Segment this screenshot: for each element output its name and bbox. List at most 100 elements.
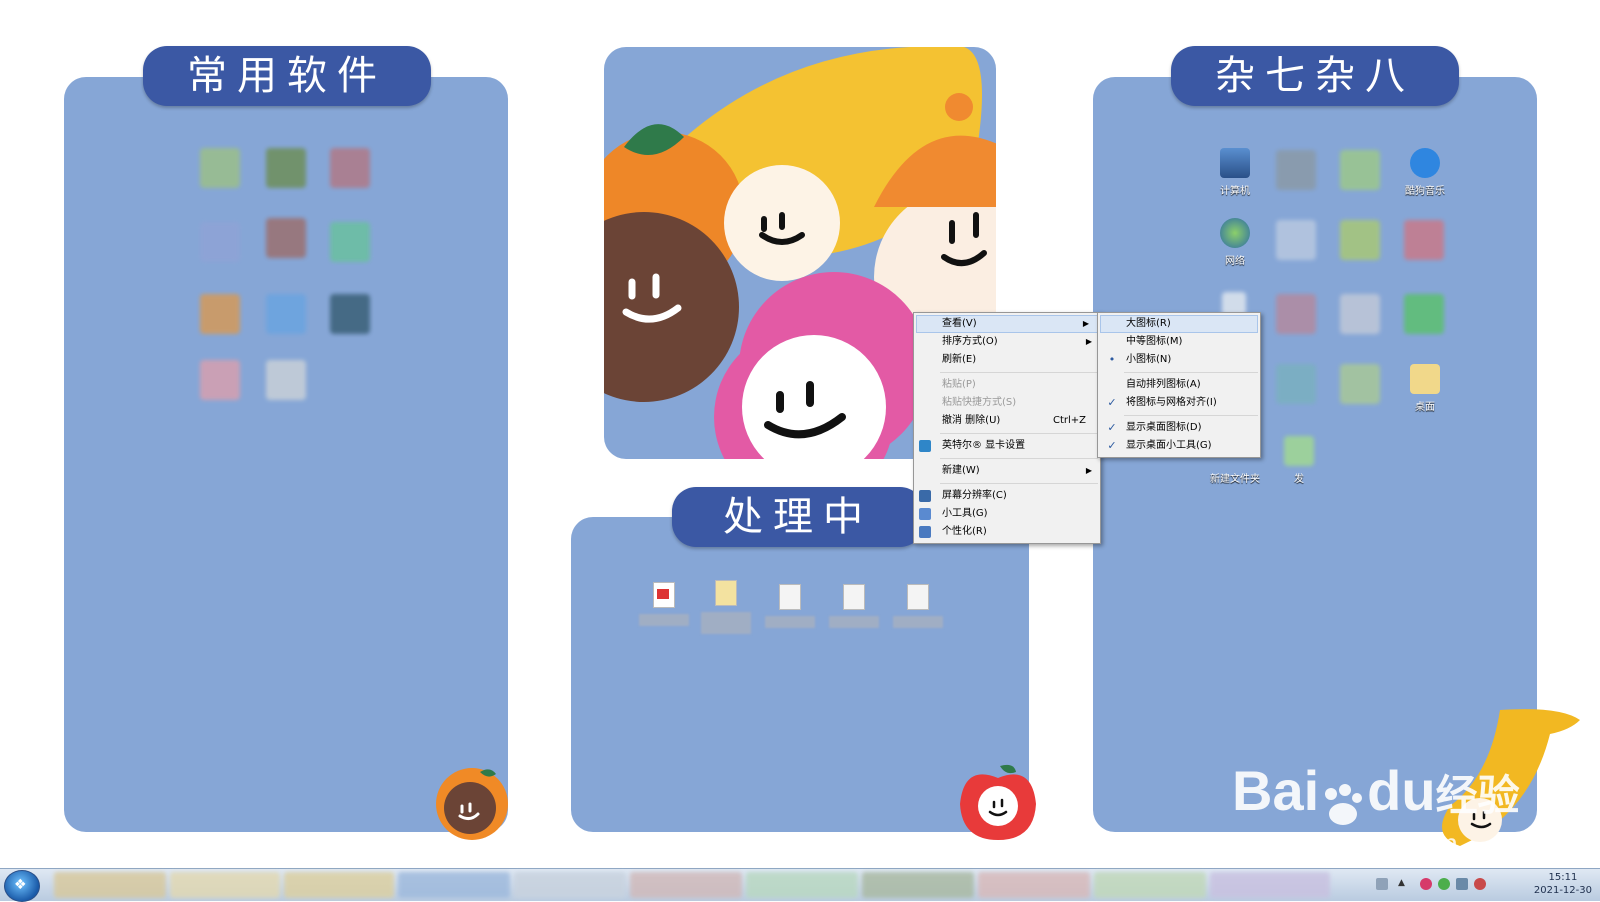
desktop-icon-blurred[interactable] (1340, 294, 1380, 334)
menu-item-align-grid[interactable]: ✓ 将图标与网格对齐(I) (1098, 394, 1260, 412)
baidu-watermark: Bai du经验 (1232, 758, 1520, 826)
taskbar-button[interactable] (398, 872, 510, 898)
submenu-arrow-icon: ▶ (1085, 466, 1092, 475)
blurred-app-icon (1284, 436, 1314, 466)
taskbar-button[interactable] (170, 872, 280, 898)
taskbar-button[interactable] (978, 872, 1090, 898)
taskbar-button[interactable] (1094, 872, 1206, 898)
menu-item-refresh[interactable]: 刷新(E) (914, 351, 1100, 369)
desktop-icon-blurred[interactable] (1404, 294, 1444, 334)
desktop-icon-blurred[interactable] (200, 222, 240, 262)
intel-graphics-icon (919, 440, 931, 452)
desktop-icon-blurred[interactable] (330, 148, 370, 188)
monitor-icon (919, 490, 931, 502)
desktop-icon-blurred[interactable] (1276, 364, 1316, 404)
clock-date: 2021-12-30 (1533, 885, 1592, 896)
desktop-icon-blurred[interactable] (1276, 220, 1316, 260)
desktop-icon-blurred[interactable] (1340, 364, 1380, 404)
pdf-file-icon[interactable] (636, 582, 692, 626)
menu-item-show-gadgets[interactable]: ✓ 显示桌面小工具(G) (1098, 437, 1260, 455)
windows-logo-icon: ❖ (14, 877, 27, 893)
network-desktop-icon[interactable]: 网络 (1200, 218, 1270, 288)
desktop-icon-blurred[interactable] (266, 148, 306, 188)
desktop-icon-blurred[interactable] (200, 360, 240, 400)
menu-separator (1124, 415, 1258, 416)
checkmark-icon: ✓ (1107, 421, 1117, 434)
network-globe-icon (1220, 218, 1250, 248)
menu-item-intel-graphics[interactable]: 英特尔® 显卡设置 (914, 437, 1100, 455)
clock-time: 15:11 (1548, 872, 1578, 883)
kugou-music-icon (1410, 148, 1440, 178)
desktop-shortcut-icon[interactable]: 桌面 (1390, 364, 1460, 434)
keyboard-tray-icon[interactable] (1376, 878, 1388, 890)
watermark-url: jingyan.baidu.com (1232, 828, 1458, 859)
menu-item-auto-arrange[interactable]: 自动排列图标(A) (1098, 376, 1260, 394)
desktop-icon-blurred[interactable] (200, 294, 240, 334)
taskbar-button[interactable] (630, 872, 742, 898)
menu-item-view[interactable]: 查看(V) ▶ (916, 315, 1098, 333)
menu-item-screen-resolution[interactable]: 屏幕分辨率(C) (914, 487, 1100, 505)
shortcut-file-icon[interactable] (698, 580, 754, 634)
menu-item-small-icons[interactable]: • 小图标(N) (1098, 351, 1260, 369)
computer-icon (1220, 148, 1250, 178)
taskbar-button[interactable] (514, 872, 626, 898)
qq-tray-icon[interactable] (1420, 878, 1432, 890)
submenu-arrow-icon: ▶ (1082, 319, 1089, 328)
volume-tray-icon[interactable] (1474, 878, 1486, 890)
left-panel-title: 常用软件 (143, 46, 431, 106)
document-file-icon[interactable] (762, 584, 818, 628)
taskbar-button[interactable] (284, 872, 394, 898)
left-panel (64, 77, 508, 832)
desktop-icon-blurred[interactable] (1340, 220, 1380, 260)
menu-item-gadgets[interactable]: 小工具(G) (914, 505, 1100, 523)
document-file-icon[interactable] (890, 584, 946, 628)
personalize-icon (919, 526, 931, 538)
desktop-icon-blurred[interactable] (1276, 294, 1316, 334)
middle-panel-title: 处理中 (672, 487, 924, 547)
desktop-icon-blurred[interactable] (330, 294, 370, 334)
desktop-icon-blurred[interactable] (266, 218, 306, 258)
watermark-brand: Bai (1232, 759, 1320, 822)
desktop-icon-blurred[interactable] (1340, 150, 1380, 190)
menu-item-sort[interactable]: 排序方式(O) ▶ (914, 333, 1100, 351)
submenu-arrow-icon: ▶ (1085, 337, 1092, 346)
menu-item-show-desktop-icons[interactable]: ✓ 显示桌面图标(D) (1098, 419, 1260, 437)
menu-item-paste[interactable]: 粘贴(P) (914, 376, 1100, 394)
taskbar-button[interactable] (1210, 872, 1330, 898)
menu-item-large-icons[interactable]: 大图标(R) (1100, 315, 1258, 333)
desktop-icon-blurred[interactable] (200, 148, 240, 188)
document-file-icon[interactable] (826, 584, 882, 628)
show-hidden-icons-icon[interactable]: ▲ (1398, 878, 1410, 890)
start-button[interactable]: ❖ (4, 870, 40, 902)
orange-mascot-icon (436, 768, 508, 840)
taskbar-button[interactable] (54, 872, 166, 898)
gadgets-icon (919, 508, 931, 520)
apple-mascot-icon (960, 764, 1036, 840)
partial-desktop-icon[interactable]: 发 (1264, 436, 1334, 506)
folder-shortcut-icon (1410, 364, 1440, 394)
checkmark-icon: ✓ (1107, 396, 1117, 409)
taskbar-clock[interactable]: 15:11 2021-12-30 (1534, 871, 1592, 897)
watermark-cn: 经验 (1435, 772, 1520, 819)
desktop-context-menu: 查看(V) ▶ 排序方式(O) ▶ 刷新(E) 粘贴(P) 粘贴快捷方式(S) 撤消… (913, 312, 1101, 544)
menu-separator (1124, 372, 1258, 373)
menu-item-new[interactable]: 新建(W) ▶ (914, 462, 1100, 480)
menu-item-undo-delete[interactable]: 撤消 删除(U) Ctrl+Z (914, 412, 1100, 430)
taskbar-button[interactable] (862, 872, 974, 898)
menu-item-personalize[interactable]: 个性化(R) (914, 523, 1100, 541)
desktop-icon-blurred[interactable] (330, 222, 370, 262)
taskbar-button[interactable] (746, 872, 858, 898)
menu-item-paste-shortcut[interactable]: 粘贴快捷方式(S) (914, 394, 1100, 412)
menu-item-medium-icons[interactable]: 中等图标(M) (1098, 333, 1260, 351)
desktop-icon-blurred[interactable] (266, 294, 306, 334)
update-tray-icon[interactable] (1438, 878, 1450, 890)
music-desktop-icon[interactable]: 酷狗音乐 (1390, 148, 1460, 218)
desktop-icon-blurred[interactable] (1276, 150, 1316, 190)
network-tray-icon[interactable] (1456, 878, 1468, 890)
desktop-icon-blurred[interactable] (266, 360, 306, 400)
watermark-brand2: du (1367, 759, 1436, 822)
computer-desktop-icon[interactable]: 计算机 (1200, 148, 1270, 218)
desktop-icon-blurred[interactable] (1404, 220, 1444, 260)
view-submenu: 大图标(R) 中等图标(M) • 小图标(N) 自动排列图标(A) ✓ 将图标与网格… (1097, 312, 1261, 458)
radio-bullet-icon: • (1108, 353, 1116, 366)
